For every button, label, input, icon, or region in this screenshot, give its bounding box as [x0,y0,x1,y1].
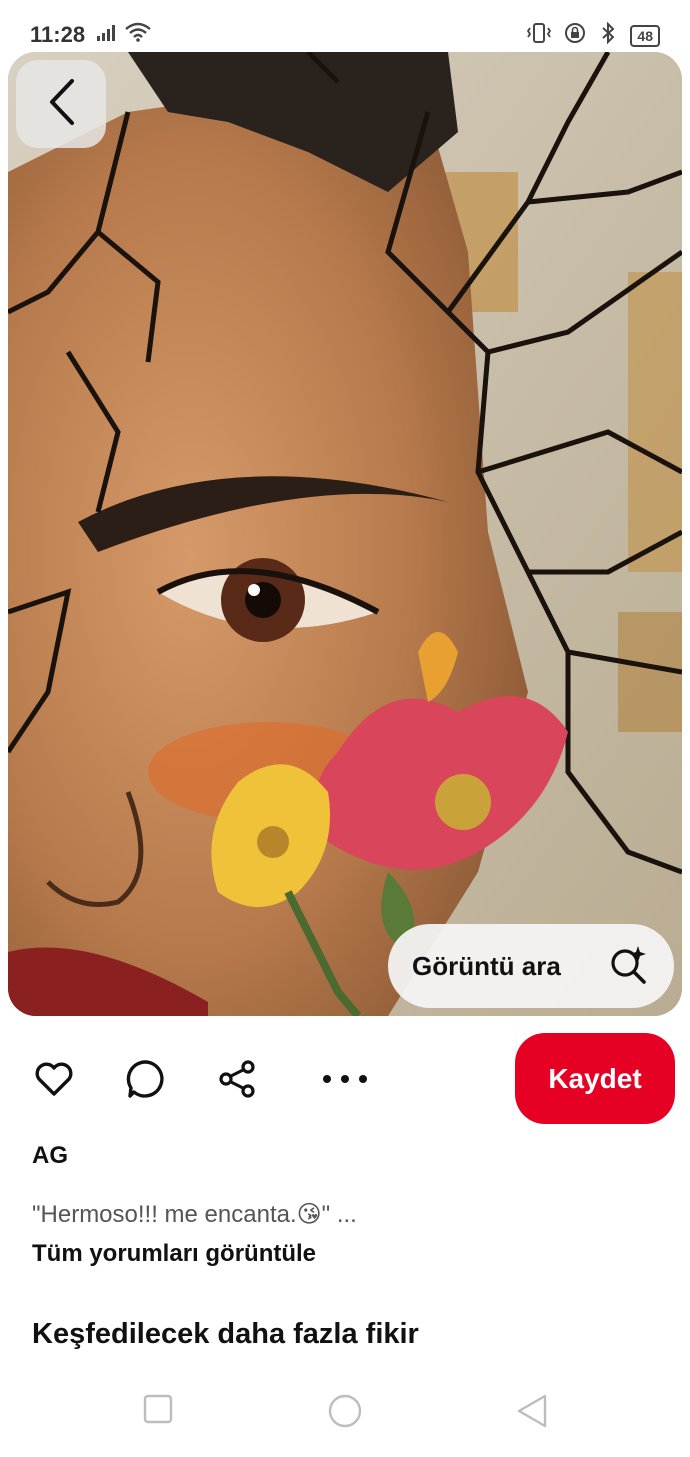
vibrate-icon [526,22,552,49]
save-button[interactable]: Kaydet [515,1033,675,1124]
more-ideas-heading: Keşfedilecek daha fazla fikir [32,1318,419,1350]
status-bar: 11:28 48 [0,0,690,50]
signal-icon [96,24,118,47]
status-time: 11:28 [30,22,86,47]
more-icon[interactable] [322,1056,368,1102]
bluetooth-icon [598,21,618,49]
pin-image[interactable] [8,52,682,1016]
status-left-icons [96,22,152,47]
sparkle-search-icon [608,944,648,989]
heart-icon[interactable] [31,1056,77,1102]
comment-icon[interactable] [123,1056,169,1102]
visual-search-button[interactable]: Görüntü ara [388,924,674,1008]
artwork-image [8,52,682,1016]
home-icon[interactable] [327,1393,363,1434]
view-all-comments-link[interactable]: Tüm yorumları görüntüle [32,1240,316,1268]
wifi-icon [124,22,152,47]
share-icon[interactable] [214,1056,260,1102]
author-name[interactable]: AG [32,1142,68,1170]
visual-search-label: Görüntü ara [412,950,561,981]
status-right-icons: 48 [526,21,660,49]
back-button[interactable] [16,60,106,148]
rotation-lock-icon [564,22,586,49]
battery-icon: 48 [630,24,660,47]
comment-preview[interactable]: "Hermoso!!! me encanta.😘" ... [32,1200,357,1229]
chevron-left-icon [44,77,78,132]
back-icon[interactable] [515,1393,549,1434]
recent-apps-icon[interactable] [142,1393,174,1430]
